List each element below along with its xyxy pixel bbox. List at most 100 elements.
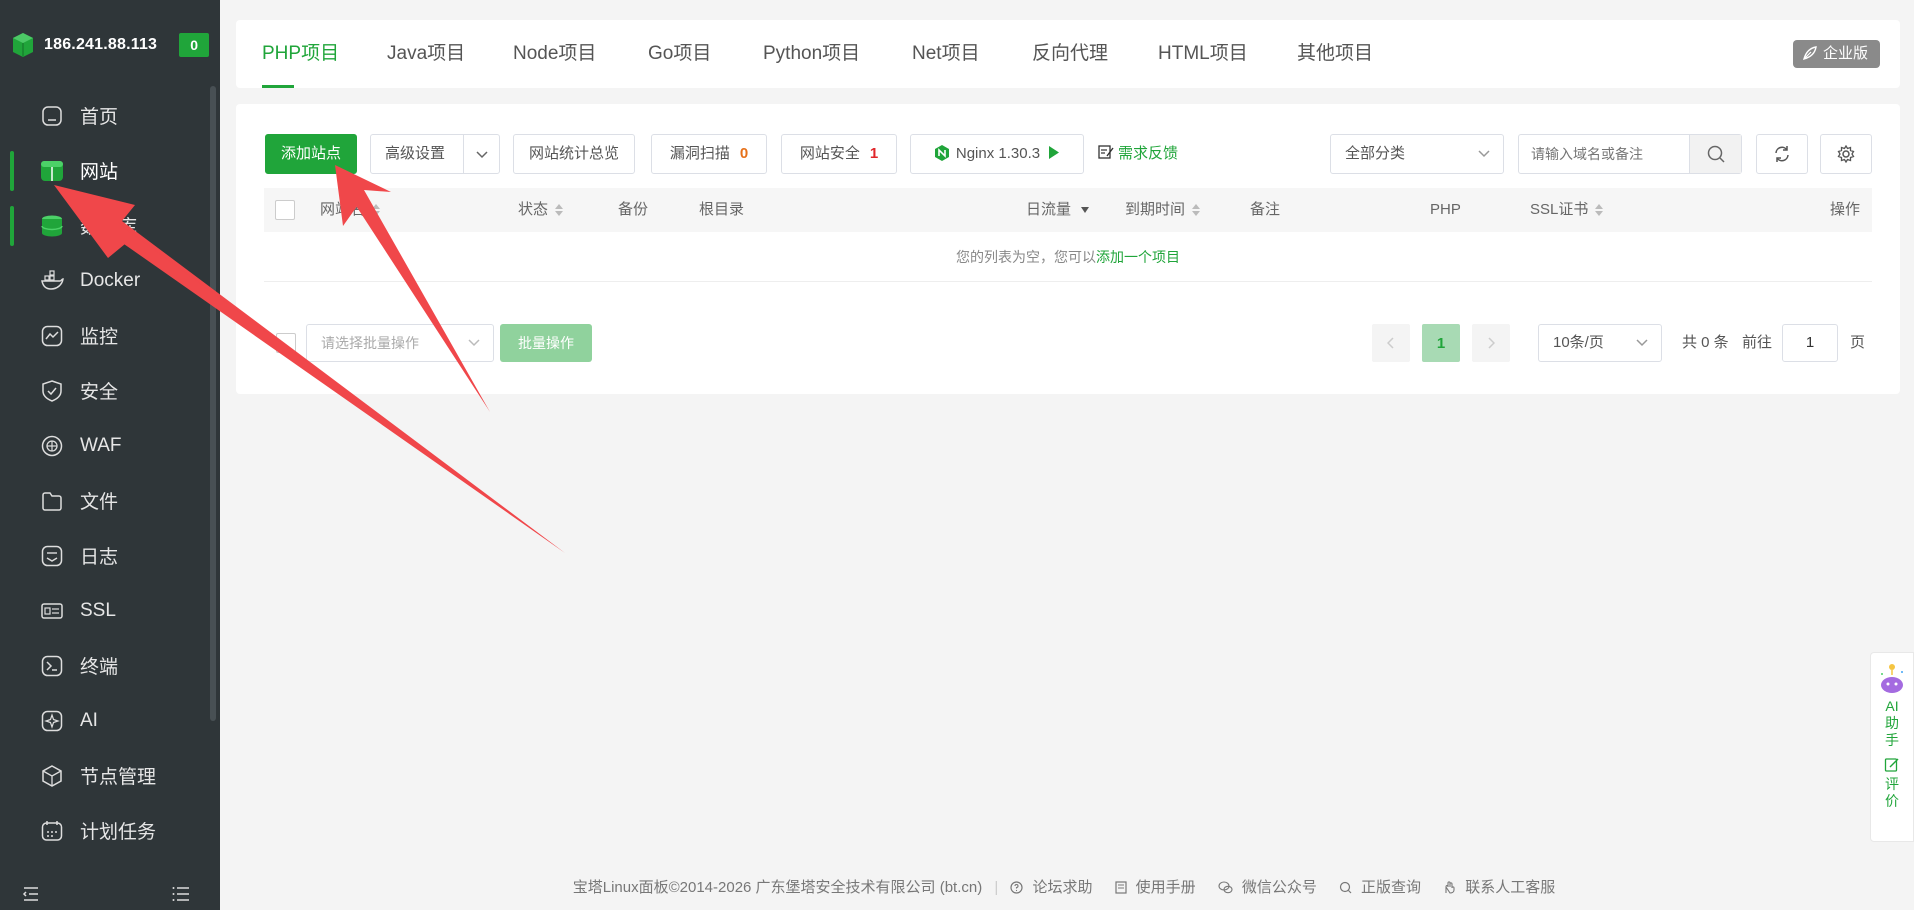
enterprise-button[interactable]: 企业版 bbox=[1792, 40, 1880, 68]
sidebar-item-terminal[interactable]: 终端 bbox=[0, 638, 220, 693]
ai-assistant-float[interactable]: AI助手 评价 bbox=[1870, 652, 1914, 842]
sidebar-item-website[interactable]: 网站 bbox=[0, 143, 220, 198]
project-type-tabs: PHP项目 Java项目 Node项目 Go项目 Python项目 Net项目 … bbox=[236, 20, 1900, 88]
page-size-select[interactable]: 10条/页 bbox=[1538, 324, 1662, 362]
sidebar-item-cron[interactable]: 计划任务 bbox=[0, 803, 220, 858]
sidebar-item-label: 首页 bbox=[80, 107, 119, 128]
empty-list-message: 您的列表为空，您可以添加一个项目 bbox=[264, 232, 1872, 282]
vuln-scan-button[interactable]: 漏洞扫描 0 bbox=[651, 134, 767, 174]
sidebar-item-ai[interactable]: AI bbox=[0, 693, 220, 748]
settings-button[interactable] bbox=[1820, 134, 1872, 174]
sidebar-item-label: 日志 bbox=[80, 547, 119, 568]
col-ssl[interactable]: SSL证书 bbox=[1530, 188, 1604, 232]
col-note: 备注 bbox=[1250, 201, 1281, 218]
sidebar-item-database[interactable]: 数据库 bbox=[0, 198, 220, 253]
tab-other[interactable]: 其他项目 bbox=[1297, 20, 1373, 88]
site-security-button[interactable]: 网站安全 1 bbox=[781, 134, 897, 174]
batch-select-checkbox[interactable] bbox=[276, 333, 296, 353]
feedback-link[interactable]: 需求反馈 bbox=[1098, 142, 1178, 163]
tab-php[interactable]: PHP项目 bbox=[262, 20, 339, 88]
sidebar-item-waf[interactable]: WAF bbox=[0, 418, 220, 473]
search-button[interactable] bbox=[1689, 135, 1741, 173]
tab-go[interactable]: Go项目 bbox=[648, 20, 711, 88]
footer-link-label: 正版查询 bbox=[1361, 879, 1422, 896]
site-stats-button[interactable]: 网站统计总览 bbox=[513, 134, 635, 174]
sidebar-scrollbar[interactable] bbox=[210, 86, 216, 721]
refresh-button[interactable] bbox=[1756, 134, 1808, 174]
sort-icon bbox=[1595, 204, 1604, 217]
add-project-link[interactable]: 添加一个项目 bbox=[1096, 249, 1180, 265]
bt-logo-icon bbox=[13, 33, 33, 57]
nginx-version: Nginx 1.30.3 bbox=[955, 145, 1041, 162]
feedback-label: 需求反馈 bbox=[1118, 145, 1179, 162]
footer-link-label: 使用手册 bbox=[1135, 879, 1196, 896]
tab-java[interactable]: Java项目 bbox=[387, 20, 465, 88]
footer-link-manual[interactable]: 使用手册 bbox=[1115, 879, 1202, 896]
collapse-sidebar-icon[interactable] bbox=[22, 886, 40, 902]
empty-text: 您的列表为空，您可以 bbox=[956, 249, 1096, 265]
shield-icon bbox=[40, 379, 64, 403]
ai-assistant-label: AI助手 bbox=[1885, 698, 1899, 748]
footer-link-forum[interactable]: 论坛求助 bbox=[1010, 879, 1098, 896]
sidebar-item-monitor[interactable]: 监控 bbox=[0, 308, 220, 363]
tab-node[interactable]: Node项目 bbox=[513, 20, 596, 88]
page-size-value: 10条/页 bbox=[1553, 334, 1604, 351]
chevron-down-icon bbox=[1478, 150, 1490, 158]
leaf-icon bbox=[1802, 46, 1817, 60]
website-icon bbox=[40, 159, 64, 183]
caret-down-icon bbox=[1081, 207, 1090, 214]
sidebar: 186.241.88.113 0 首页 网站 数据库 Docker 监控 安全 … bbox=[0, 0, 220, 910]
sidebar-item-security[interactable]: 安全 bbox=[0, 363, 220, 418]
sidebar-item-files[interactable]: 文件 bbox=[0, 473, 220, 528]
col-status[interactable]: 状态 bbox=[518, 188, 564, 232]
next-page-button[interactable] bbox=[1472, 324, 1510, 362]
alert-count-badge[interactable]: 0 bbox=[179, 33, 210, 57]
page-number-current[interactable]: 1 bbox=[1422, 324, 1460, 362]
search-box bbox=[1518, 134, 1742, 174]
sidebar-item-label: 计划任务 bbox=[80, 822, 157, 843]
add-site-button[interactable]: 添加站点 bbox=[265, 134, 357, 174]
copyright-text: 宝塔Linux面板©2014-2026 广东堡塔安全技术有限公司 (bt.cn) bbox=[572, 879, 983, 896]
batch-operation-button[interactable]: 批量操作 bbox=[500, 324, 592, 362]
sidebar-item-label: 监控 bbox=[80, 327, 119, 348]
sidebar-item-label: 网站 bbox=[80, 162, 119, 183]
footer-link-wechat[interactable]: 微信公众号 bbox=[1218, 879, 1323, 896]
wechat-icon bbox=[1218, 881, 1233, 894]
sidebar-item-home[interactable]: 首页 bbox=[0, 88, 220, 143]
footer-link-support[interactable]: 联系人工客服 bbox=[1443, 879, 1561, 896]
tab-python[interactable]: Python项目 bbox=[763, 20, 860, 88]
menu-list-icon[interactable] bbox=[172, 886, 190, 902]
col-traffic[interactable]: 日流量 bbox=[1026, 188, 1090, 232]
prev-page-button[interactable] bbox=[1372, 324, 1410, 362]
sidebar-item-label: 文件 bbox=[80, 492, 119, 513]
category-select[interactable]: 全部分类 bbox=[1330, 134, 1504, 174]
split-divider bbox=[463, 135, 464, 173]
calendar-icon bbox=[40, 819, 64, 843]
col-expire[interactable]: 到期时间 bbox=[1125, 188, 1201, 232]
active-indicator bbox=[10, 151, 14, 191]
hand-icon bbox=[1445, 881, 1455, 894]
advanced-settings-dropdown[interactable]: 高级设置 bbox=[370, 134, 500, 174]
nginx-status-button[interactable]: Nginx 1.30.3 bbox=[910, 134, 1084, 174]
sidebar-item-logs[interactable]: 日志 bbox=[0, 528, 220, 583]
col-ssl-label: SSL证书 bbox=[1530, 201, 1589, 218]
sidebar-item-label: Docker bbox=[80, 269, 141, 291]
tab-net[interactable]: Net项目 bbox=[912, 20, 980, 88]
tab-html[interactable]: HTML项目 bbox=[1158, 20, 1248, 88]
sort-icon bbox=[1192, 204, 1201, 217]
col-traffic-label: 日流量 bbox=[1026, 201, 1072, 218]
sidebar-item-nodes[interactable]: 节点管理 bbox=[0, 748, 220, 803]
sidebar-item-ssl[interactable]: SSL bbox=[0, 583, 220, 638]
sidebar-item-docker[interactable]: Docker bbox=[0, 253, 220, 308]
book-icon bbox=[1115, 881, 1127, 894]
log-icon bbox=[40, 544, 64, 568]
col-site-name[interactable]: 网站名 bbox=[320, 188, 381, 232]
goto-page-input[interactable]: 1 bbox=[1782, 324, 1838, 362]
chevron-right-icon bbox=[1488, 337, 1495, 349]
batch-operation-select[interactable]: 请选择批量操作 bbox=[306, 324, 494, 362]
select-all-checkbox[interactable] bbox=[275, 200, 295, 220]
search-input[interactable] bbox=[1519, 135, 1689, 173]
tab-reverse-proxy[interactable]: 反向代理 bbox=[1032, 20, 1108, 88]
home-icon bbox=[40, 104, 64, 128]
footer-link-license[interactable]: 正版查询 bbox=[1339, 879, 1427, 896]
